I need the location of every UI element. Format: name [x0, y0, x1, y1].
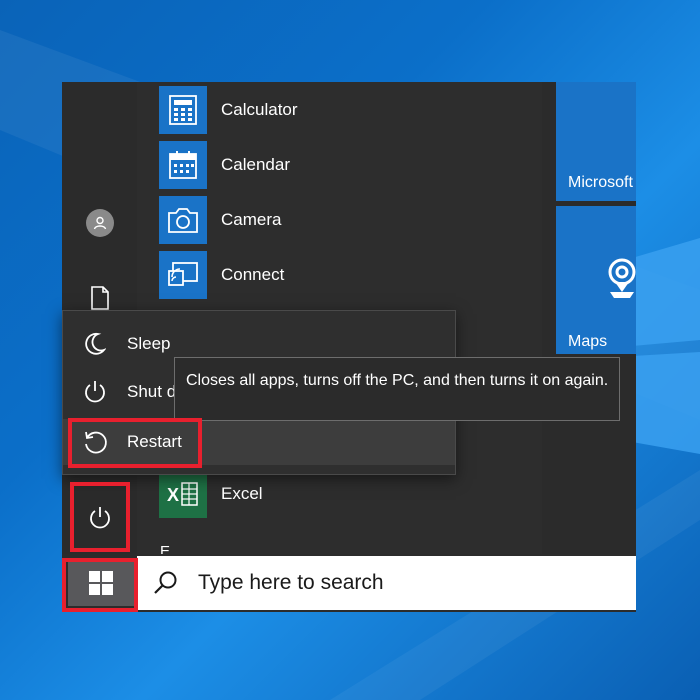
- app-item-connect[interactable]: Connect: [159, 250, 284, 300]
- tile-label: Microsoft: [568, 174, 633, 191]
- live-tiles: Microsoft Maps: [556, 82, 636, 554]
- calculator-icon: [159, 86, 207, 134]
- user-avatar-icon: [85, 208, 114, 237]
- power-icon: [89, 506, 110, 528]
- search-placeholder: Type here to search: [198, 571, 384, 594]
- restart-tooltip: Closes all apps, turns off the PC, and t…: [174, 357, 620, 421]
- windows-logo-icon: [89, 571, 113, 595]
- taskbar-search-box[interactable]: Type here to search: [137, 556, 636, 610]
- app-label: Connect: [221, 265, 285, 284]
- maps-icon: [608, 258, 636, 298]
- sleep-icon: [63, 332, 127, 356]
- calendar-icon: [159, 141, 207, 189]
- power-button[interactable]: [62, 490, 137, 545]
- power-option-label: Restart: [127, 432, 182, 451]
- tile-microsoft[interactable]: Microsoft: [556, 82, 636, 201]
- tile-maps[interactable]: Maps: [556, 206, 636, 354]
- tile-label: Maps: [568, 333, 608, 350]
- app-item-calendar[interactable]: Calendar: [159, 140, 290, 190]
- app-label: Camera: [221, 210, 282, 229]
- restart-icon: [63, 429, 127, 455]
- app-item-calculator[interactable]: Calculator: [159, 85, 298, 135]
- user-account-button[interactable]: [62, 195, 137, 250]
- camera-icon: [159, 196, 207, 244]
- power-option-restart[interactable]: Restart: [63, 419, 455, 465]
- excel-icon: X: [159, 470, 207, 518]
- connect-icon: [159, 251, 207, 299]
- app-item-excel[interactable]: X Excel: [159, 469, 263, 519]
- wallpaper-windows-logo: [632, 238, 700, 454]
- power-option-label: Sleep: [127, 334, 171, 353]
- svg-text:X: X: [167, 485, 179, 505]
- app-label: Excel: [221, 484, 263, 503]
- taskbar: Type here to search: [62, 554, 636, 612]
- document-icon: [90, 285, 109, 310]
- shutdown-icon: [63, 380, 127, 404]
- app-label: Calendar: [221, 155, 290, 174]
- app-label: Calculator: [221, 100, 298, 119]
- start-button[interactable]: [68, 560, 134, 606]
- app-item-camera[interactable]: Camera: [159, 195, 281, 245]
- search-icon: [154, 571, 177, 594]
- power-option-label: Shut d: [127, 382, 177, 401]
